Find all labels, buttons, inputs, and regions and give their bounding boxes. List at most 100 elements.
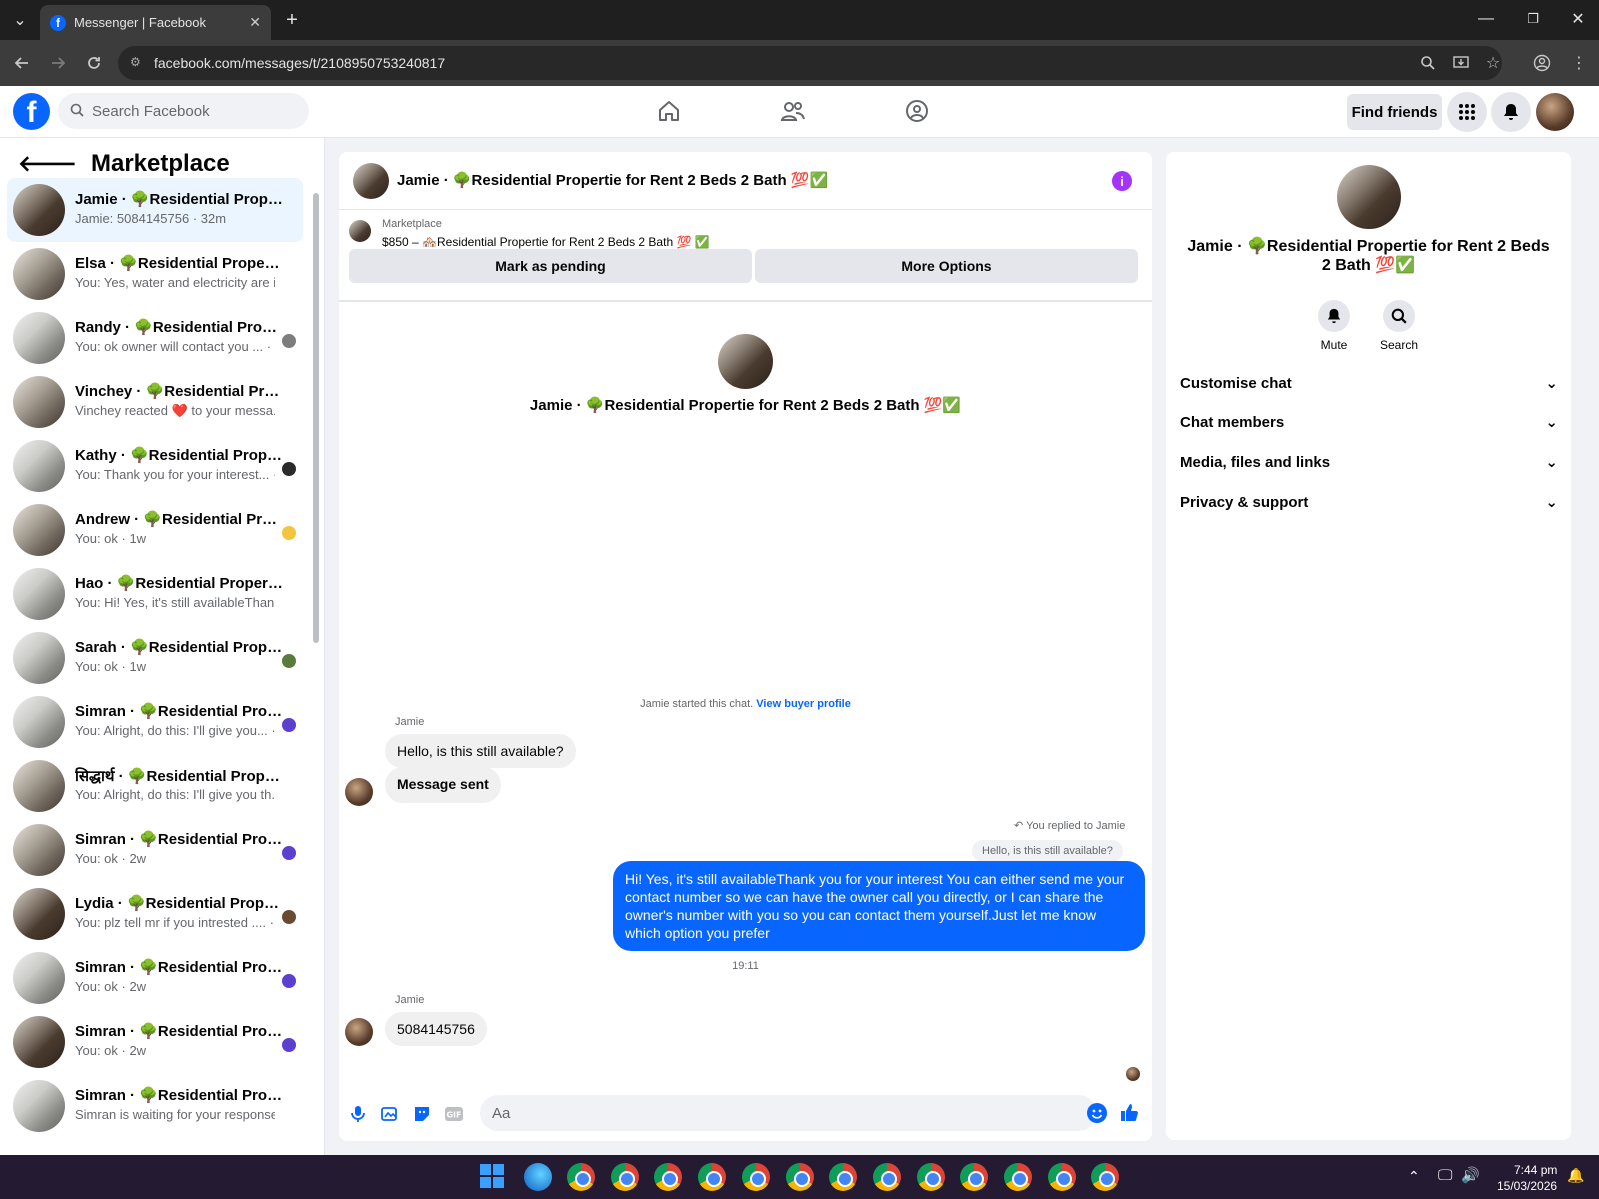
- back-icon[interactable]: [10, 51, 34, 75]
- browser-tabbar: ⌄ f Messenger | Facebook ✕ + — ❐ ✕: [0, 0, 1599, 40]
- media-files-links-section[interactable]: Media, files and links ⌄: [1180, 453, 1558, 472]
- conversation-item[interactable]: Elsa · 🌳Residential Propertie fo... You: …: [7, 242, 303, 306]
- incoming-message[interactable]: 5084145756: [385, 1012, 487, 1046]
- conversation-item[interactable]: Simran · 🌳Residential Propertie... Simran…: [7, 1074, 303, 1138]
- conversation-item[interactable]: Jamie · 🌳Residential Propertie ... Jamie:…: [7, 178, 303, 242]
- conversation-snippet: You: ok · 1w: [75, 531, 147, 546]
- more-options-button[interactable]: More Options: [755, 249, 1138, 283]
- conversation-item[interactable]: Kathy · 🌳Residential Properti... You: Tha…: [7, 434, 303, 498]
- back-arrow-icon[interactable]: 🡐: [18, 151, 77, 177]
- show-hidden-icons-chevron-icon[interactable]: ⌃: [1408, 1168, 1420, 1185]
- gif-icon[interactable]: GIF: [443, 1103, 465, 1125]
- chrome-app-icon[interactable]: [872, 1163, 901, 1191]
- incoming-message[interactable]: Message sent: [385, 767, 501, 803]
- message-input[interactable]: Aa: [480, 1095, 1097, 1131]
- tab-list-chevron-icon[interactable]: ⌄: [5, 5, 35, 35]
- conversation-item[interactable]: Sarah · 🌳Residential Properti... You: ok …: [7, 626, 303, 690]
- minimize-icon[interactable]: —: [1471, 4, 1501, 34]
- window-close-icon[interactable]: ✕: [1563, 4, 1593, 34]
- chrome-app-icon[interactable]: [916, 1163, 945, 1191]
- find-friends-button[interactable]: Find friends: [1347, 94, 1442, 130]
- chrome-app-icon[interactable]: [1091, 1163, 1120, 1191]
- edge-browser-icon[interactable]: [524, 1163, 552, 1191]
- marketplace-label: Marketplace: [382, 218, 442, 230]
- site-settings-icon[interactable]: ⚙: [130, 55, 146, 71]
- conversation-item[interactable]: Simran · 🌳Residential Proper... You: ok ·…: [7, 946, 303, 1010]
- volume-icon[interactable]: 🔊: [1461, 1166, 1480, 1184]
- chrome-app-icon[interactable]: [698, 1163, 727, 1191]
- mute-button[interactable]: Mute: [1304, 300, 1364, 352]
- chrome-app-icon[interactable]: [829, 1163, 858, 1191]
- browser-menu-icon[interactable]: ⋮: [1567, 51, 1591, 75]
- chat-header: Jamie · 🌳Residential Propertie for Rent …: [339, 152, 1152, 210]
- mute-label: Mute: [1320, 338, 1348, 352]
- friends-icon[interactable]: [778, 96, 808, 126]
- marketplace-sidebar: 🡐 Marketplace Jamie · 🌳Residential Prope…: [0, 138, 325, 1155]
- bookmark-star-icon[interactable]: ☆: [1481, 51, 1505, 75]
- reload-icon[interactable]: [82, 51, 106, 75]
- like-thumbs-up-icon[interactable]: [1118, 1101, 1140, 1123]
- quoted-message[interactable]: Hello, is this still available?: [972, 840, 1123, 862]
- info-icon[interactable]: i: [1112, 171, 1132, 191]
- chat-title[interactable]: Jamie · 🌳Residential Propertie for Rent …: [397, 171, 828, 189]
- listing-title[interactable]: $850 – 🏘️Residential Propertie for Rent …: [382, 235, 710, 249]
- conversation-item[interactable]: Simran · 🌳Residential Proper... You: Alri…: [7, 690, 303, 754]
- customise-chat-section[interactable]: Customise chat ⌄: [1180, 374, 1558, 393]
- address-bar[interactable]: ⚙ facebook.com/messages/t/21089507532408…: [118, 46, 1502, 80]
- outgoing-message[interactable]: Hi! Yes, it's still availableThank you f…: [613, 861, 1145, 951]
- privacy-support-section[interactable]: Privacy & support ⌄: [1180, 493, 1558, 512]
- facebook-logo[interactable]: f: [13, 93, 50, 130]
- microphone-icon[interactable]: [347, 1103, 369, 1125]
- clock-date[interactable]: 15/03/2026: [1497, 1179, 1557, 1193]
- chrome-app-icon[interactable]: [741, 1163, 770, 1191]
- chrome-app-icon[interactable]: [567, 1163, 595, 1191]
- install-app-icon[interactable]: [1449, 51, 1473, 75]
- browser-tab[interactable]: f Messenger | Facebook ✕: [40, 5, 271, 40]
- groups-icon[interactable]: [902, 96, 932, 126]
- new-tab-button[interactable]: +: [277, 5, 307, 35]
- listing-thumbnail[interactable]: [349, 220, 371, 242]
- search-in-chat-button[interactable]: Search: [1369, 300, 1429, 352]
- chrome-app-icon[interactable]: [785, 1163, 814, 1191]
- conversation-thumbnail: [13, 696, 65, 748]
- notifications-bell-icon[interactable]: [1491, 92, 1531, 132]
- seen-avatar-icon: [282, 526, 296, 540]
- zoom-icon[interactable]: [1416, 51, 1440, 75]
- start-windows-icon[interactable]: [479, 1163, 507, 1191]
- menu-grid-icon[interactable]: [1447, 92, 1487, 132]
- sticker-icon[interactable]: [411, 1103, 433, 1125]
- conversation-item[interactable]: Vinchey · 🌳Residential Properti... Vinche…: [7, 370, 303, 434]
- conversation-item[interactable]: Simran · 🌳Residential Proper... You: ok ·…: [7, 1010, 303, 1074]
- photo-icon[interactable]: [379, 1103, 401, 1125]
- view-buyer-profile-link[interactable]: View buyer profile: [756, 698, 851, 710]
- conversation-item[interactable]: Hao · 🌳Residential Propertie fo... You: H…: [7, 562, 303, 626]
- conversation-item[interactable]: Andrew · 🌳Residential Prope... You: ok · …: [7, 498, 303, 562]
- chat-avatar[interactable]: [353, 163, 389, 199]
- home-icon[interactable]: [654, 96, 684, 126]
- chrome-app-icon[interactable]: [960, 1163, 989, 1191]
- profile-avatar[interactable]: [1536, 93, 1574, 131]
- chrome-app-icon[interactable]: [1004, 1163, 1032, 1191]
- incoming-message[interactable]: Hello, is this still available?: [385, 734, 576, 768]
- conversation-item[interactable]: सिद्धार्थ · 🌳Residential Propertie ... Yo…: [7, 754, 303, 818]
- forward-icon[interactable]: [46, 51, 70, 75]
- conversation-item[interactable]: Lydia · 🌳Residential Properti... You: plz…: [7, 882, 303, 946]
- chat-members-section[interactable]: Chat members ⌄: [1180, 413, 1558, 432]
- notification-icon[interactable]: 🔔: [1567, 1167, 1584, 1184]
- conversation-item[interactable]: Randy · 🌳Residential Propert... You: ok o…: [7, 306, 303, 370]
- close-tab-icon[interactable]: ✕: [249, 14, 261, 31]
- restore-icon[interactable]: ❐: [1518, 4, 1548, 34]
- sidebar-scrollbar[interactable]: [313, 193, 319, 643]
- clock-time[interactable]: 7:44 pm: [1514, 1163, 1557, 1177]
- profile-icon[interactable]: [1530, 51, 1554, 75]
- conversation-item[interactable]: Simran · 🌳Residential Proper... You: ok ·…: [7, 818, 303, 882]
- search-input[interactable]: Search Facebook: [58, 93, 309, 129]
- message-sender: Jamie: [395, 716, 425, 728]
- network-icon[interactable]: 🖵: [1438, 1167, 1452, 1184]
- mark-as-pending-button[interactable]: Mark as pending: [349, 249, 752, 283]
- details-avatar[interactable]: [1337, 165, 1401, 229]
- chrome-app-icon[interactable]: [610, 1163, 639, 1191]
- chrome-app-icon[interactable]: [1047, 1163, 1076, 1191]
- chrome-app-icon[interactable]: [654, 1163, 683, 1191]
- emoji-icon[interactable]: [1087, 1103, 1107, 1123]
